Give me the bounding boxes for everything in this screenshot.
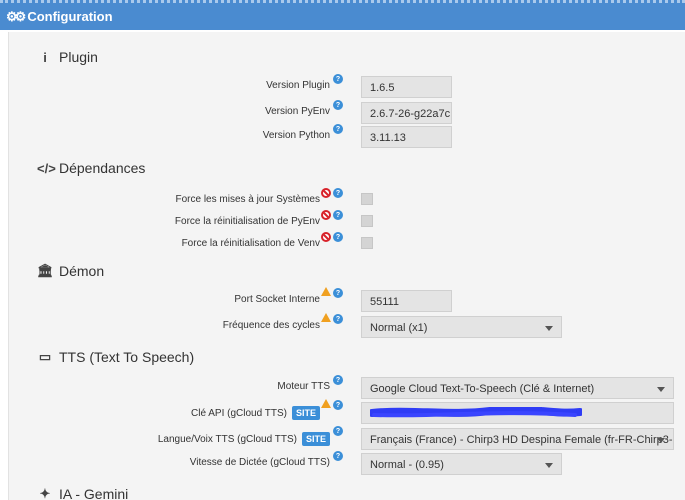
force-pyenv-checkbox[interactable] [361,215,373,227]
ai-icon: ✦ [39,486,51,500]
row-langue: Langue/Voix TTS (gCloud TTS) SITE ? Fran… [9,426,685,450]
cogs-icon: ⚙⚙ [6,8,26,24]
redaction-scribble [370,407,582,418]
help-icon[interactable]: ? [333,124,343,134]
help-icon[interactable]: ? [333,451,343,461]
section-demon-title: Démon [59,263,105,279]
version-plugin-field: 1.6.5 [361,76,452,98]
warning-icon [321,399,331,408]
row-frequence: Fréquence des cycles ? Normal (x1) [9,313,685,338]
help-icon[interactable]: ? [333,288,343,298]
cle-api-input[interactable] [361,402,674,424]
version-plugin-label: Version Plugin [266,80,330,91]
version-pyenv-label: Version PyEnv [264,106,330,117]
code-icon: </> [37,160,56,176]
cast-icon: ▭ [38,349,52,364]
row-version-pyenv: Version PyEnv ? 2.6.7-26-g22a7c [9,100,685,124]
info-icon: i [43,49,47,65]
help-icon[interactable]: ? [333,188,343,198]
row-moteur: Moteur TTS ? Google Cloud Text-To-Speech… [9,375,685,399]
force-systeme-checkbox[interactable] [361,193,373,205]
langue-site-button[interactable]: SITE [301,432,330,446]
help-icon[interactable]: ? [333,232,343,242]
cle-api-label: Clé API (gCloud TTS) SITE [191,406,320,420]
config-header: ⚙⚙ Configuration [0,0,685,30]
vitesse-select[interactable]: Normal - (0.95) [361,453,562,475]
no-entry-icon [321,188,331,198]
row-force-pyenv: Force la réinitialisation de PyEnv ? [9,210,685,234]
row-vitesse: Vitesse de Dictée (gCloud TTS) ? Normal … [9,451,685,475]
row-force-venv: Force la réinitialisation de Venv ? [9,232,685,256]
force-venv-checkbox[interactable] [361,237,373,249]
section-demon: 🏛 Démon [37,263,104,279]
chevron-down-icon [657,387,665,392]
row-port: Port Socket Interne ? 55111 [9,287,685,312]
no-entry-icon [321,232,331,242]
help-icon[interactable]: ? [333,426,343,436]
version-pyenv-field: 2.6.7-26-g22a7c [361,102,452,124]
force-pyenv-label: Force la réinitialisation de PyEnv [174,216,320,227]
row-version-plugin: Version Plugin ? 1.6.5 [9,74,685,98]
help-icon[interactable]: ? [333,210,343,220]
no-entry-icon [321,210,331,220]
langue-label: Langue/Voix TTS (gCloud TTS) SITE [158,432,330,446]
help-icon[interactable]: ? [333,400,343,410]
chevron-down-icon [545,463,553,468]
help-icon[interactable]: ? [333,100,343,110]
force-systeme-label: Force les mises à jour Systèmes [175,194,321,205]
section-tts-title: TTS (Text To Speech) [59,349,195,365]
moteur-label: Moteur TTS [277,381,330,392]
port-label: Port Socket Interne [234,294,320,305]
frequence-select[interactable]: Normal (x1) [361,316,562,338]
warning-icon [321,287,331,296]
config-panel: i Plugin Version Plugin ? 1.6.5 Version … [8,32,685,500]
vitesse-label: Vitesse de Dictée (gCloud TTS) [189,457,330,468]
help-icon[interactable]: ? [333,375,343,385]
version-python-label: Version Python [262,130,330,141]
section-ia-title: IA - Gemini [59,486,129,500]
bank-icon: 🏛 [37,263,54,278]
warning-icon [321,313,331,322]
chevron-down-icon [545,326,553,331]
chevron-down-icon [657,438,665,443]
version-python-field: 3.11.13 [361,126,452,148]
section-tts: ▭ TTS (Text To Speech) [37,349,194,365]
moteur-select[interactable]: Google Cloud Text-To-Speech (Clé & Inter… [361,377,674,399]
section-ia: ✦ IA - Gemini [37,486,129,500]
section-plugin-title: Plugin [59,49,98,65]
cle-api-site-button[interactable]: SITE [291,406,320,420]
section-plugin: i Plugin [37,49,98,65]
langue-select[interactable]: Français (France) - Chirp3 HD Despina Fe… [361,428,674,450]
row-force-systeme: Force les mises à jour Systèmes ? [9,188,685,212]
force-venv-label: Force la réinitialisation de Venv [181,238,320,249]
help-icon[interactable]: ? [333,74,343,84]
section-dependances: </> Dépendances [37,160,145,176]
section-dependances-title: Dépendances [59,160,146,176]
row-cle-api: Clé API (gCloud TTS) SITE ? [9,399,685,424]
config-title: Configuration [27,9,113,24]
frequence-label: Fréquence des cycles [222,320,320,331]
help-icon[interactable]: ? [333,314,343,324]
port-input[interactable]: 55111 [361,290,452,312]
row-version-python: Version Python ? 3.11.13 [9,124,685,148]
